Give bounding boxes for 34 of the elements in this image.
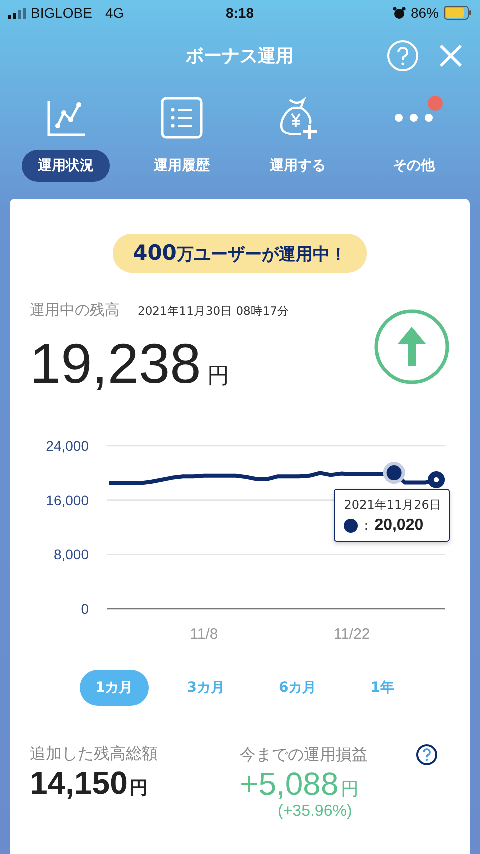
- stat-label: 今までの運用損益: [240, 744, 368, 766]
- clock-time: 8:18: [226, 5, 254, 21]
- network-type: 4G: [105, 5, 124, 21]
- battery-percent: 86%: [410, 5, 439, 21]
- yen-unit: 円: [207, 363, 230, 391]
- period-tab[interactable]: 1カ月: [80, 670, 150, 706]
- nav-tab[interactable]: 運用状況: [22, 150, 110, 182]
- tooltip-date: 2021年11月26日: [344, 497, 442, 514]
- carrier-name: BIGLOBE: [31, 5, 92, 21]
- x-axis-label: 11/22: [334, 626, 370, 643]
- users-banner: 400万ユーザーが運用中！: [113, 234, 367, 273]
- percent-change: (+35.96%): [278, 803, 354, 821]
- y-axis-label: 8,000: [54, 546, 89, 563]
- tooltip-value: 20,020: [374, 517, 424, 536]
- stat-amount: 14,150: [30, 765, 128, 802]
- nav-tab[interactable]: その他: [377, 150, 451, 182]
- nav-tab[interactable]: 運用する: [254, 150, 342, 182]
- tooltip-separator: :: [364, 518, 369, 534]
- balance-timestamp: 2021年11月30日 08時17分: [138, 304, 290, 319]
- balance-amount: 19,238: [30, 331, 202, 396]
- yen-unit: 円: [130, 777, 148, 800]
- yen-unit: 円: [340, 778, 359, 801]
- period-tab[interactable]: 6カ月: [263, 670, 333, 706]
- stat-label: 追加した残高総額: [30, 744, 158, 765]
- balance-label: 運用中の残高: [30, 301, 120, 320]
- stat-amount: +5,088: [240, 766, 339, 803]
- period-tab[interactable]: 1年: [354, 670, 410, 706]
- y-axis-label: 16,000: [46, 492, 89, 508]
- x-axis-label: 11/8: [190, 626, 218, 643]
- y-axis-label: 24,000: [46, 438, 89, 454]
- y-axis-label: 0: [81, 601, 89, 617]
- period-tab[interactable]: 3カ月: [171, 670, 241, 706]
- screen-title: ボーナス運用: [186, 45, 294, 68]
- nav-tab[interactable]: 運用履歴: [138, 150, 226, 182]
